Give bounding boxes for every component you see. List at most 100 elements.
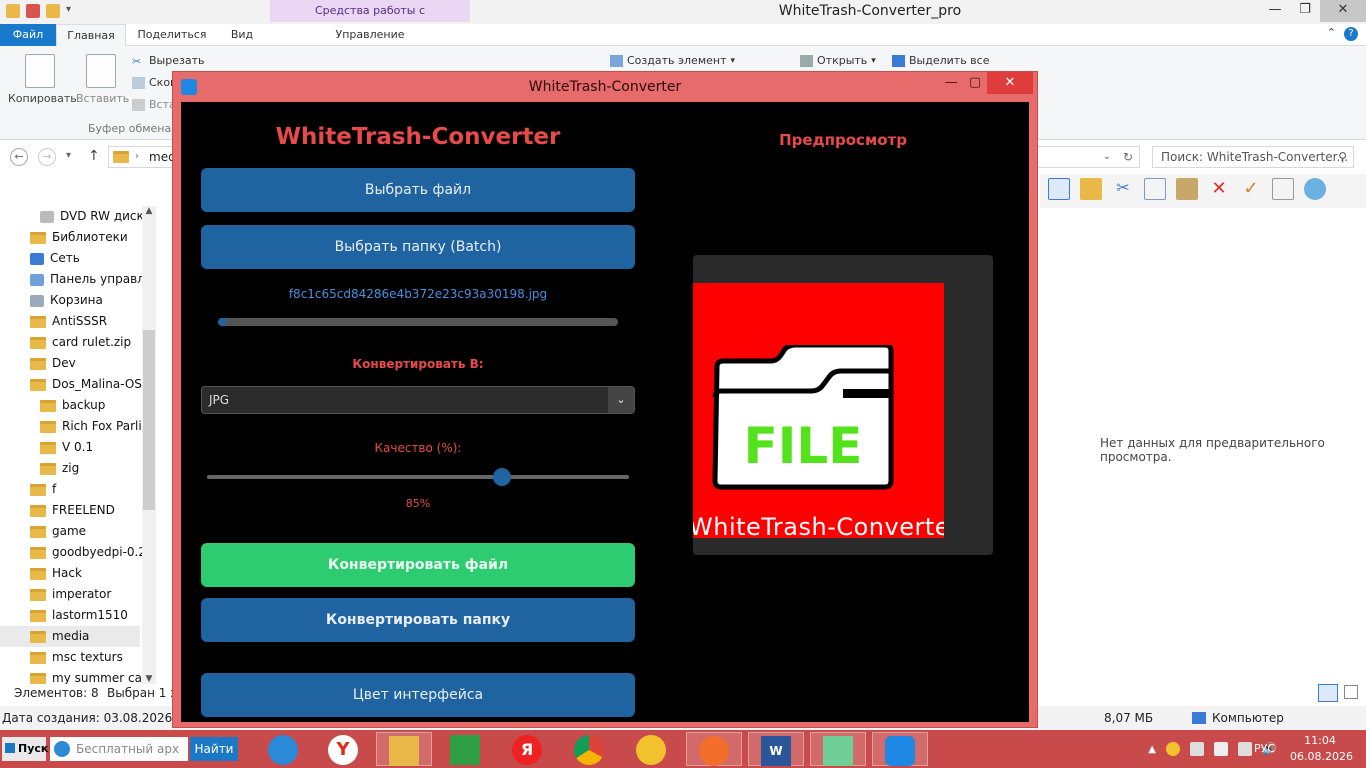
- forward-button[interactable]: →: [38, 148, 56, 166]
- tree-item[interactable]: AntiSSSR: [30, 311, 107, 332]
- scrollbar-thumb[interactable]: [143, 330, 155, 510]
- paste-button[interactable]: Вставить: [76, 54, 129, 105]
- tree-item[interactable]: lastorm1510: [30, 605, 128, 626]
- up-button[interactable]: ↑: [88, 148, 100, 164]
- taskbar: Пуск Бесплатный арх Найти Y Я W ▲ 🔊 РУС …: [0, 730, 1366, 768]
- delete-icon[interactable]: ✕: [1208, 178, 1230, 200]
- tab-manage[interactable]: Управление: [270, 24, 470, 46]
- recent-locations-icon[interactable]: ▾: [66, 150, 71, 161]
- tree-item[interactable]: V 0.1: [40, 437, 93, 458]
- tree-item[interactable]: backup: [40, 395, 105, 416]
- tree-item[interactable]: Сеть: [30, 248, 80, 269]
- tab-file[interactable]: Файл: [0, 24, 56, 46]
- tree-item[interactable]: my summer car: [30, 668, 147, 684]
- select-all-button[interactable]: Выделить все: [892, 54, 989, 67]
- taskbar-search-input[interactable]: Бесплатный арх: [50, 737, 188, 761]
- copy-button[interactable]: Копировать: [8, 54, 77, 105]
- convert-file-button[interactable]: Конвертировать файл: [201, 543, 635, 587]
- battery-icon[interactable]: [1190, 742, 1204, 756]
- tree-item[interactable]: DVD RW диско: [40, 206, 151, 227]
- paste-shortcut-button[interactable]: Вста: [132, 98, 176, 111]
- choose-file-button[interactable]: Выбрать файл: [201, 168, 635, 212]
- tree-item[interactable]: imperator: [30, 584, 111, 605]
- preview-pane-icon[interactable]: [1048, 178, 1070, 200]
- checkmark-icon[interactable]: ✓: [1240, 178, 1262, 200]
- convert-folder-button[interactable]: Конвертировать папку: [201, 598, 635, 642]
- language-indicator[interactable]: РУС: [1254, 742, 1275, 755]
- show-hidden-icons[interactable]: ▲: [1148, 744, 1156, 755]
- tree-item[interactable]: goodbyedpi-0.2.3: [30, 542, 156, 563]
- action-center-icon[interactable]: [1238, 742, 1252, 756]
- tree-item[interactable]: Корзина: [30, 290, 103, 311]
- format-select[interactable]: JPG ⌄: [201, 386, 635, 414]
- yandex-taskbar-button[interactable]: Я: [500, 732, 556, 766]
- copy-path-button[interactable]: Скоп: [132, 76, 177, 89]
- open-button[interactable]: Открыть ▾: [800, 54, 876, 67]
- tree-scrollbar[interactable]: ▲ ▼: [142, 206, 156, 684]
- quality-slider[interactable]: [207, 468, 629, 486]
- tree-item[interactable]: Hack: [30, 563, 82, 584]
- details-view-icon[interactable]: [1318, 684, 1338, 702]
- find-button[interactable]: Найти: [190, 737, 238, 761]
- tree-label: msc texturs: [52, 650, 123, 664]
- folder-icon: [30, 315, 46, 328]
- copy-icon[interactable]: [1144, 178, 1166, 200]
- tree-item[interactable]: msc texturs: [30, 647, 123, 668]
- scroll-down-icon[interactable]: ▼: [142, 674, 156, 684]
- internet-explorer-taskbar-button[interactable]: [256, 732, 312, 766]
- tree-item[interactable]: Dos_Malina-OS: [30, 374, 142, 395]
- search-input[interactable]: Поиск: WhiteTrash-Converter... ⚲: [1152, 146, 1354, 168]
- tree-item[interactable]: zig: [40, 458, 79, 479]
- cut-button[interactable]: ✂ Вырезать: [132, 54, 204, 68]
- tree-item[interactable]: Панель управле: [30, 269, 152, 290]
- close-button[interactable]: ✕: [987, 72, 1033, 94]
- new-item-button[interactable]: Создать элемент ▾: [610, 54, 735, 67]
- word-taskbar-button[interactable]: W: [748, 732, 804, 766]
- slider-handle[interactable]: [493, 468, 512, 486]
- network-signal-icon[interactable]: [1214, 742, 1228, 756]
- tab-view[interactable]: Вид: [220, 24, 264, 46]
- tree-item[interactable]: Dev: [30, 353, 76, 374]
- interface-color-button[interactable]: Цвет интерфейса: [201, 673, 635, 717]
- tree-item[interactable]: Rich Fox Parliar: [40, 416, 154, 437]
- tree-item[interactable]: f: [30, 479, 56, 500]
- close-button[interactable]: ✕: [1320, 0, 1366, 22]
- rename-icon[interactable]: [1272, 178, 1294, 200]
- tree-item[interactable]: Библиотеки: [30, 227, 128, 248]
- converter-taskbar-button[interactable]: [872, 732, 928, 766]
- choose-folder-button[interactable]: Выбрать папку (Batch): [201, 225, 635, 269]
- tab-share[interactable]: Поделиться: [130, 24, 214, 46]
- shell-icon[interactable]: [1304, 178, 1326, 200]
- tray-app-icon[interactable]: [1166, 742, 1180, 756]
- scroll-up-icon[interactable]: ▲: [142, 206, 156, 216]
- back-button[interactable]: ←: [10, 148, 28, 166]
- tree-item-selected[interactable]: media: [0, 626, 140, 647]
- new-item-icon: [610, 54, 623, 67]
- yandex-browser-taskbar-button[interactable]: Y: [316, 732, 372, 766]
- paste-icon[interactable]: [1176, 178, 1198, 200]
- properties-icon[interactable]: [1080, 178, 1102, 200]
- help-icon[interactable]: ?: [1344, 27, 1358, 41]
- chevron-down-icon[interactable]: ⌄: [608, 387, 634, 413]
- start-button[interactable]: Пуск: [2, 737, 48, 761]
- store-taskbar-button[interactable]: [438, 732, 494, 766]
- tree-item[interactable]: card rulet.zip: [30, 332, 131, 353]
- minimize-button[interactable]: —: [1260, 0, 1290, 22]
- maximize-button[interactable]: ▢: [961, 72, 989, 94]
- firefox-taskbar-button[interactable]: [686, 732, 742, 766]
- refresh-icon[interactable]: ↻: [1123, 147, 1133, 167]
- tree-item[interactable]: FREELEND: [30, 500, 115, 521]
- app-bee-taskbar-button[interactable]: [624, 732, 680, 766]
- tiles-view-icon[interactable]: [1344, 685, 1358, 699]
- notepad-taskbar-button[interactable]: [810, 732, 866, 766]
- copy-path-icon: [132, 76, 145, 89]
- collapse-ribbon-icon[interactable]: ⌃: [1327, 26, 1336, 39]
- chrome-taskbar-button[interactable]: [562, 732, 618, 766]
- file-explorer-taskbar-button[interactable]: [376, 732, 432, 766]
- scissors-icon[interactable]: ✂: [1112, 178, 1134, 200]
- tab-home[interactable]: Главная: [56, 24, 126, 46]
- chevron-down-icon[interactable]: ⌄: [1103, 147, 1111, 167]
- tree-item[interactable]: game: [30, 521, 86, 542]
- maximize-button[interactable]: ❐: [1290, 0, 1320, 22]
- clock[interactable]: 11:04 06.08.2026: [1290, 733, 1353, 765]
